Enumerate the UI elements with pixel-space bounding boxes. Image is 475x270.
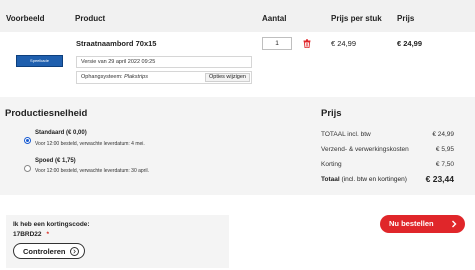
unit-price: € 24,99 xyxy=(331,39,357,48)
check-code-label: Controleren xyxy=(23,247,66,256)
summary-shipping-label: Verzend- & verwerkingskosten xyxy=(321,146,409,153)
total-suffix: (incl. btw en kortingen) xyxy=(341,176,407,183)
header-preview: Voorbeeld xyxy=(6,14,45,23)
radio-standard[interactable] xyxy=(24,137,31,144)
summary-total-value: € 23,44 xyxy=(425,174,454,184)
trash-icon[interactable] xyxy=(303,39,311,48)
radio-express[interactable] xyxy=(24,165,31,172)
option-standard-title[interactable]: Standaard (€ 0,00) xyxy=(35,130,87,136)
mount-value: Plakstrips xyxy=(124,74,148,80)
option-standard-note: Voor 12:00 besteld, verwachte leverdatum… xyxy=(35,141,145,147)
summary-discount-label: Korting xyxy=(321,161,342,168)
mounting-system-field: Ophangsysteem: Plakstrips Opties wijzige… xyxy=(76,71,252,84)
production-speed-title: Productiesnelheid xyxy=(5,108,88,119)
chevron-right-icon xyxy=(70,247,79,256)
order-now-button[interactable]: Nu bestellen xyxy=(380,215,465,233)
header-product: Product xyxy=(75,14,106,23)
header-quantity: Aantal xyxy=(262,14,287,23)
total-label: Totaal xyxy=(321,176,340,183)
cart-table-header: Voorbeeld Product Aantal Prijs per stuk … xyxy=(0,0,475,32)
discount-code-panel: Ik heb een kortingscode: 17BRD22 * Contro… xyxy=(6,215,229,268)
required-marker: * xyxy=(46,231,50,238)
discount-code-field[interactable]: 17BRD22 * xyxy=(13,231,49,238)
quantity-input[interactable]: 1 xyxy=(262,37,292,50)
summary-subtotal-label: TOTAAL incl. btw xyxy=(321,131,371,138)
change-options-button[interactable]: Opties wijzigen xyxy=(205,73,250,82)
discount-label: Ik heb een kortingscode: xyxy=(13,221,90,228)
discount-code-value: 17BRD22 xyxy=(13,231,42,238)
header-unit-price: Prijs per stuk xyxy=(331,14,382,23)
summary-total-label: Totaal (incl. btw en kortingen) xyxy=(321,176,407,183)
summary-shipping-value: € 5,95 xyxy=(435,146,454,153)
version-field: Versie van 29 april 2022 09:25 xyxy=(76,56,252,68)
thumbnail-text: Speelkade xyxy=(30,58,49,63)
price-summary-title: Prijs xyxy=(321,108,342,119)
product-thumbnail[interactable]: Speelkade xyxy=(16,55,63,67)
summary-subtotal-value: € 24,99 xyxy=(432,131,454,138)
chevron-right-icon xyxy=(452,220,457,228)
summary-discount-value: € 7,50 xyxy=(435,161,454,168)
product-name: Straatnaambord 70x15 xyxy=(76,39,157,48)
order-now-label: Nu bestellen xyxy=(389,219,434,228)
header-price: Prijs xyxy=(397,14,415,23)
option-express-note: Voor 12:00 besteld, verwachte leverdatum… xyxy=(35,168,149,174)
mount-label: Ophangsysteem: xyxy=(81,74,123,80)
line-total-price: € 24,99 xyxy=(397,39,423,48)
check-code-button[interactable]: Controleren xyxy=(13,243,85,259)
option-express-title[interactable]: Spoed (€ 1,75) xyxy=(35,158,76,164)
